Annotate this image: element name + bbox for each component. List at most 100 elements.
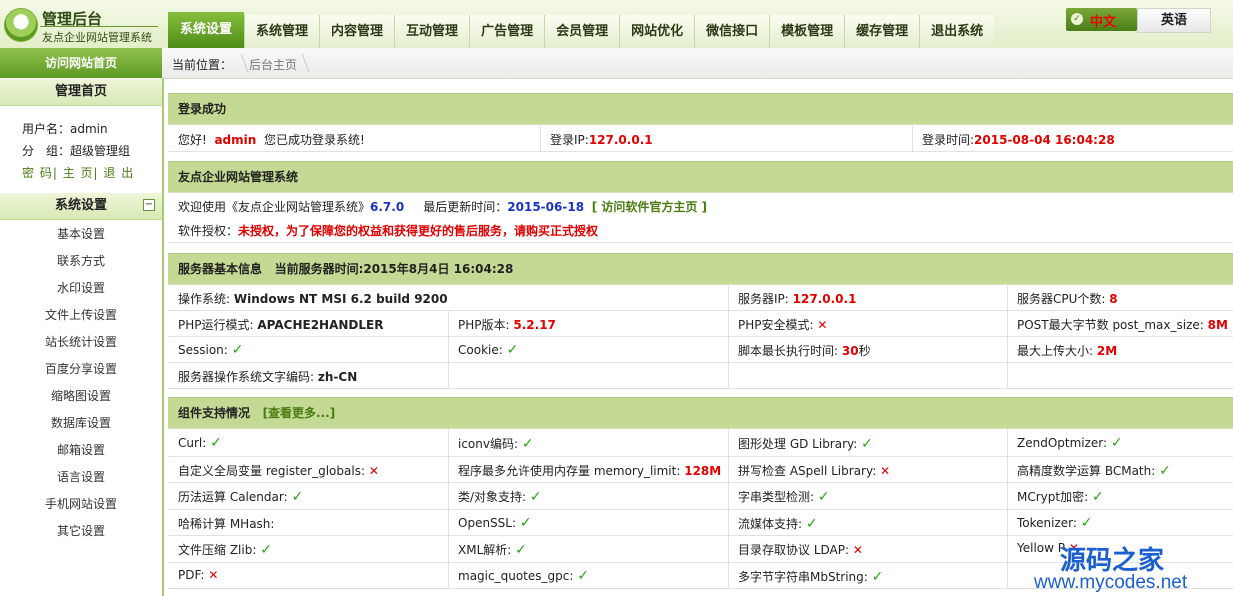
info-label: 高精度数学运算 BCMath: [1017,463,1156,478]
info-label: Cookie: [458,343,503,357]
info-item: 服务器IP: 127.0.0.1 [738,290,856,307]
info-label: PHP版本: [458,318,510,332]
info-item: 图形处理 GD Library: ✓ [738,435,873,452]
info-label: Curl: [178,436,207,450]
nav-tab[interactable]: 微信接口 [694,15,770,48]
nav-tab[interactable]: 网站优化 [619,15,695,48]
lang-chinese-button[interactable]: ✓ 中文 [1066,8,1137,31]
updated-value: 2015-06-18 [507,200,585,214]
info-item: PHP安全模式: ✕ [738,316,827,333]
info-item: 服务器操作系统文字编码: zh-CN [178,368,357,385]
info-row: 历法运算 Calendar: ✓ 类/对象支持: ✓ 字串类型检测: ✓ MCrypt… [168,482,1233,510]
info-item: iconv编码: ✓ [458,435,534,452]
nav-tab[interactable]: 退出系统 [919,15,995,48]
info-item: Cookie: ✓ [458,342,518,358]
info-item: 类/对象支持: ✓ [458,488,542,505]
home-link[interactable]: 主 页 [63,166,94,180]
sidebar-menu-item[interactable]: 手机网站设置 [0,495,162,512]
logo-divider [40,26,158,27]
check-icon: ✓ [577,567,589,584]
info-item: 操作系统: Windows NT MSI 6.2 build 9200 [178,290,448,307]
info-row: 服务器操作系统文字编码: zh-CN [168,362,1233,389]
license-line: 软件授权：未授权，为了保障您的权益和获得更好的售后服务，请购买正式授权 [178,222,598,239]
sidebar-menu-item[interactable]: 文件上传设置 [0,306,162,323]
link-separator: | [93,166,99,180]
components-section-header: 组件支持情况 [查看更多...] [168,397,1233,429]
info-value: 30 [841,344,859,358]
sidebar-menu-item[interactable]: 基本设置 [0,225,162,242]
info-value: 128M [684,463,722,478]
sidebar-menu-item[interactable]: 水印设置 [0,279,162,296]
info-item: MCrypt加密: ✓ [1017,488,1104,505]
info-label: 脚本最长执行时间: [738,344,839,358]
login-username: admin [214,133,257,147]
sidebar-menu-item[interactable]: 其它设置 [0,522,162,539]
check-icon: ✓ [1110,435,1123,451]
nav-tab[interactable]: 内容管理 [319,15,395,48]
main-nav: 系统设置 系统管理 内容管理 互动管理 广告管理 会员管理 网站优化 微信接口 模板管理 缓存管理… [168,12,995,48]
password-link[interactable]: 密 码 [22,166,53,180]
info-label: OpenSSL: [458,515,517,530]
check-icon: ✓ [529,489,542,505]
nav-tab[interactable]: 系统设置 [168,12,245,48]
breadcrumb-item-home[interactable]: 后台主页 [249,56,297,73]
info-value: zh-CN [317,370,358,384]
info-item: 历法运算 Calendar: ✓ [178,488,303,505]
nav-tab[interactable]: 缓存管理 [844,15,920,48]
info-item: Session: ✓ [178,342,243,358]
nav-tab[interactable]: 互动管理 [394,15,470,48]
updated-label: 最后更新时间： [423,200,508,214]
info-label: 最大上传大小: [1017,344,1094,358]
lang-english-button[interactable]: 英语 [1137,8,1211,33]
nav-tab[interactable]: 广告管理 [469,15,545,48]
check-icon: ✓ [861,436,873,452]
info-label: Yellow P [1017,541,1065,555]
info-row: PHP运行模式: APACHE2HANDLER PHP版本: 5.2.17 PHP安… [168,310,1233,337]
official-site-link[interactable]: [ 访问软件官方主页 ] [592,200,707,214]
info-label: 历法运算 Calendar: [178,490,288,504]
sidebar-section-system-settings[interactable]: 系统设置 [0,193,162,220]
info-value: 8 [1109,292,1118,306]
sidebar-menu-item[interactable]: 数据库设置 [0,414,162,431]
system-section-header: 友点企业网站管理系统 [168,161,1233,193]
collapse-icon[interactable]: − [143,199,155,211]
sidebar-menu-item[interactable]: 缩略图设置 [0,387,162,404]
cross-icon: ✕ [852,543,863,557]
sidebar-manage-home[interactable]: 管理首页 [0,79,162,106]
info-item: 哈稀计算 MHash: [178,515,278,532]
check-icon: ✓ [817,489,830,505]
info-label: 多字节字符串MbString: [738,569,868,584]
nav-tab[interactable]: 系统管理 [244,15,320,48]
nav-tab[interactable]: 模板管理 [769,15,845,48]
check-icon: ✓ [519,514,532,531]
info-item: 文件压缩 Zlib: ✓ [178,541,272,558]
view-more-link[interactable]: [查看更多...] [263,406,336,420]
sidebar-menu-item[interactable]: 邮箱设置 [0,441,162,458]
info-item: ZendOptmizer: ✓ [1017,435,1123,451]
logout-link[interactable]: 退 出 [103,166,134,180]
license-label: 软件授权： [178,224,239,238]
welcome-text: 欢迎使用《友点企业网站管理系统》 [178,200,371,214]
check-icon: ✓ [291,489,304,505]
check-icon: ✓ [515,542,527,558]
sidebar-menu-item[interactable]: 语言设置 [0,468,162,485]
info-label: Tokenizer: [1017,515,1077,530]
info-cell [448,362,729,388]
info-value: APACHE2HANDLER [257,318,384,332]
info-row: Curl: ✓ iconv编码: ✓ 图形处理 GD Library: ✓ ZendO… [168,429,1233,457]
info-item: XML解析: ✓ [458,541,527,558]
info-label: 目录存取协议 LDAP: [738,543,850,557]
system-info: 欢迎使用《友点企业网站管理系统》6.7.0 最后更新时间：2015-06-18 … [168,192,1233,243]
sidebar-menu-item[interactable]: 百度分享设置 [0,360,162,377]
sidebar-menu-item[interactable]: 站长统计设置 [0,333,162,350]
logo-icon [4,8,38,42]
info-cell [448,284,728,310]
top-bar: 管理后台 友点企业网站管理系统 系统设置 系统管理 内容管理 互动管理 广告管理 会员管理… [0,0,1233,48]
login-info-row: 您好! admin 您已成功登录系统! 登录IP:127.0.0.1 登录时间:… [168,124,1233,152]
visit-site-home-button[interactable]: 访问网站首页 [0,48,162,78]
check-icon: ✓ [506,342,519,358]
nav-tab[interactable]: 会员管理 [544,15,620,48]
info-item: PHP运行模式: APACHE2HANDLER [178,316,383,333]
username: 用户名：admin [22,122,108,136]
sidebar-menu-item[interactable]: 联系方式 [0,252,162,269]
